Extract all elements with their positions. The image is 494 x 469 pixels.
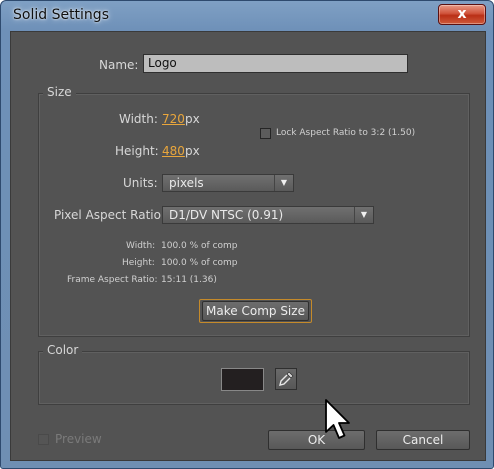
- info-width-value: 100.0 % of comp: [161, 241, 238, 251]
- color-group-title: Color: [43, 343, 83, 357]
- dropdown-arrow-icon: ▼: [274, 175, 293, 191]
- units-dropdown[interactable]: pixels ▼: [162, 174, 294, 192]
- eyedropper-button[interactable]: [275, 368, 297, 390]
- info-frame-aspect-label: Frame Aspect Ratio:: [67, 275, 158, 285]
- lock-aspect-label: Lock Aspect Ratio to 3:2 (1.50): [276, 128, 416, 138]
- color-swatch[interactable]: [221, 368, 264, 391]
- info-width-label: Width:: [126, 241, 156, 251]
- size-group-title: Size: [43, 85, 76, 99]
- preview-checkbox[interactable]: [38, 434, 49, 445]
- name-label: Name:: [99, 58, 139, 72]
- width-unit: px: [185, 112, 200, 126]
- make-comp-size-button[interactable]: Make Comp Size: [202, 301, 309, 321]
- units-value: pixels: [169, 176, 204, 190]
- width-value[interactable]: 720: [162, 112, 185, 126]
- lock-aspect-checkbox[interactable]: [260, 128, 271, 139]
- mouse-cursor-icon: [325, 399, 350, 439]
- width-label: Width:: [119, 112, 158, 126]
- name-input[interactable]: Logo: [143, 54, 408, 73]
- close-button[interactable]: x: [438, 4, 486, 25]
- units-label: Units:: [123, 176, 158, 190]
- preview-label: Preview: [55, 432, 102, 446]
- height-label: Height:: [115, 144, 159, 158]
- pixel-aspect-value: D1/DV NTSC (0.91): [169, 208, 284, 222]
- dialog-body: Name: Logo Size Width: 720 px Lock Aspec…: [10, 31, 486, 461]
- info-height-label: Height:: [122, 258, 155, 268]
- title-bar[interactable]: Solid Settings x: [1, 1, 493, 31]
- dropdown-arrow-icon: ▼: [354, 207, 373, 223]
- window-title: Solid Settings: [13, 7, 109, 23]
- cancel-button[interactable]: Cancel: [376, 430, 470, 450]
- pixel-aspect-label: Pixel Aspect Ratio:: [54, 208, 165, 222]
- eyedropper-icon: [279, 371, 294, 386]
- height-value[interactable]: 480: [162, 144, 185, 158]
- pixel-aspect-dropdown[interactable]: D1/DV NTSC (0.91) ▼: [162, 206, 374, 224]
- height-unit: px: [185, 144, 200, 158]
- dialog-window: Solid Settings x Name: Logo Size Width: …: [0, 0, 494, 469]
- make-comp-size-focus-ring: Make Comp Size: [199, 299, 312, 323]
- info-height-value: 100.0 % of comp: [161, 258, 238, 268]
- close-icon: x: [457, 6, 467, 22]
- info-frame-aspect-value: 15:11 (1.36): [161, 275, 217, 285]
